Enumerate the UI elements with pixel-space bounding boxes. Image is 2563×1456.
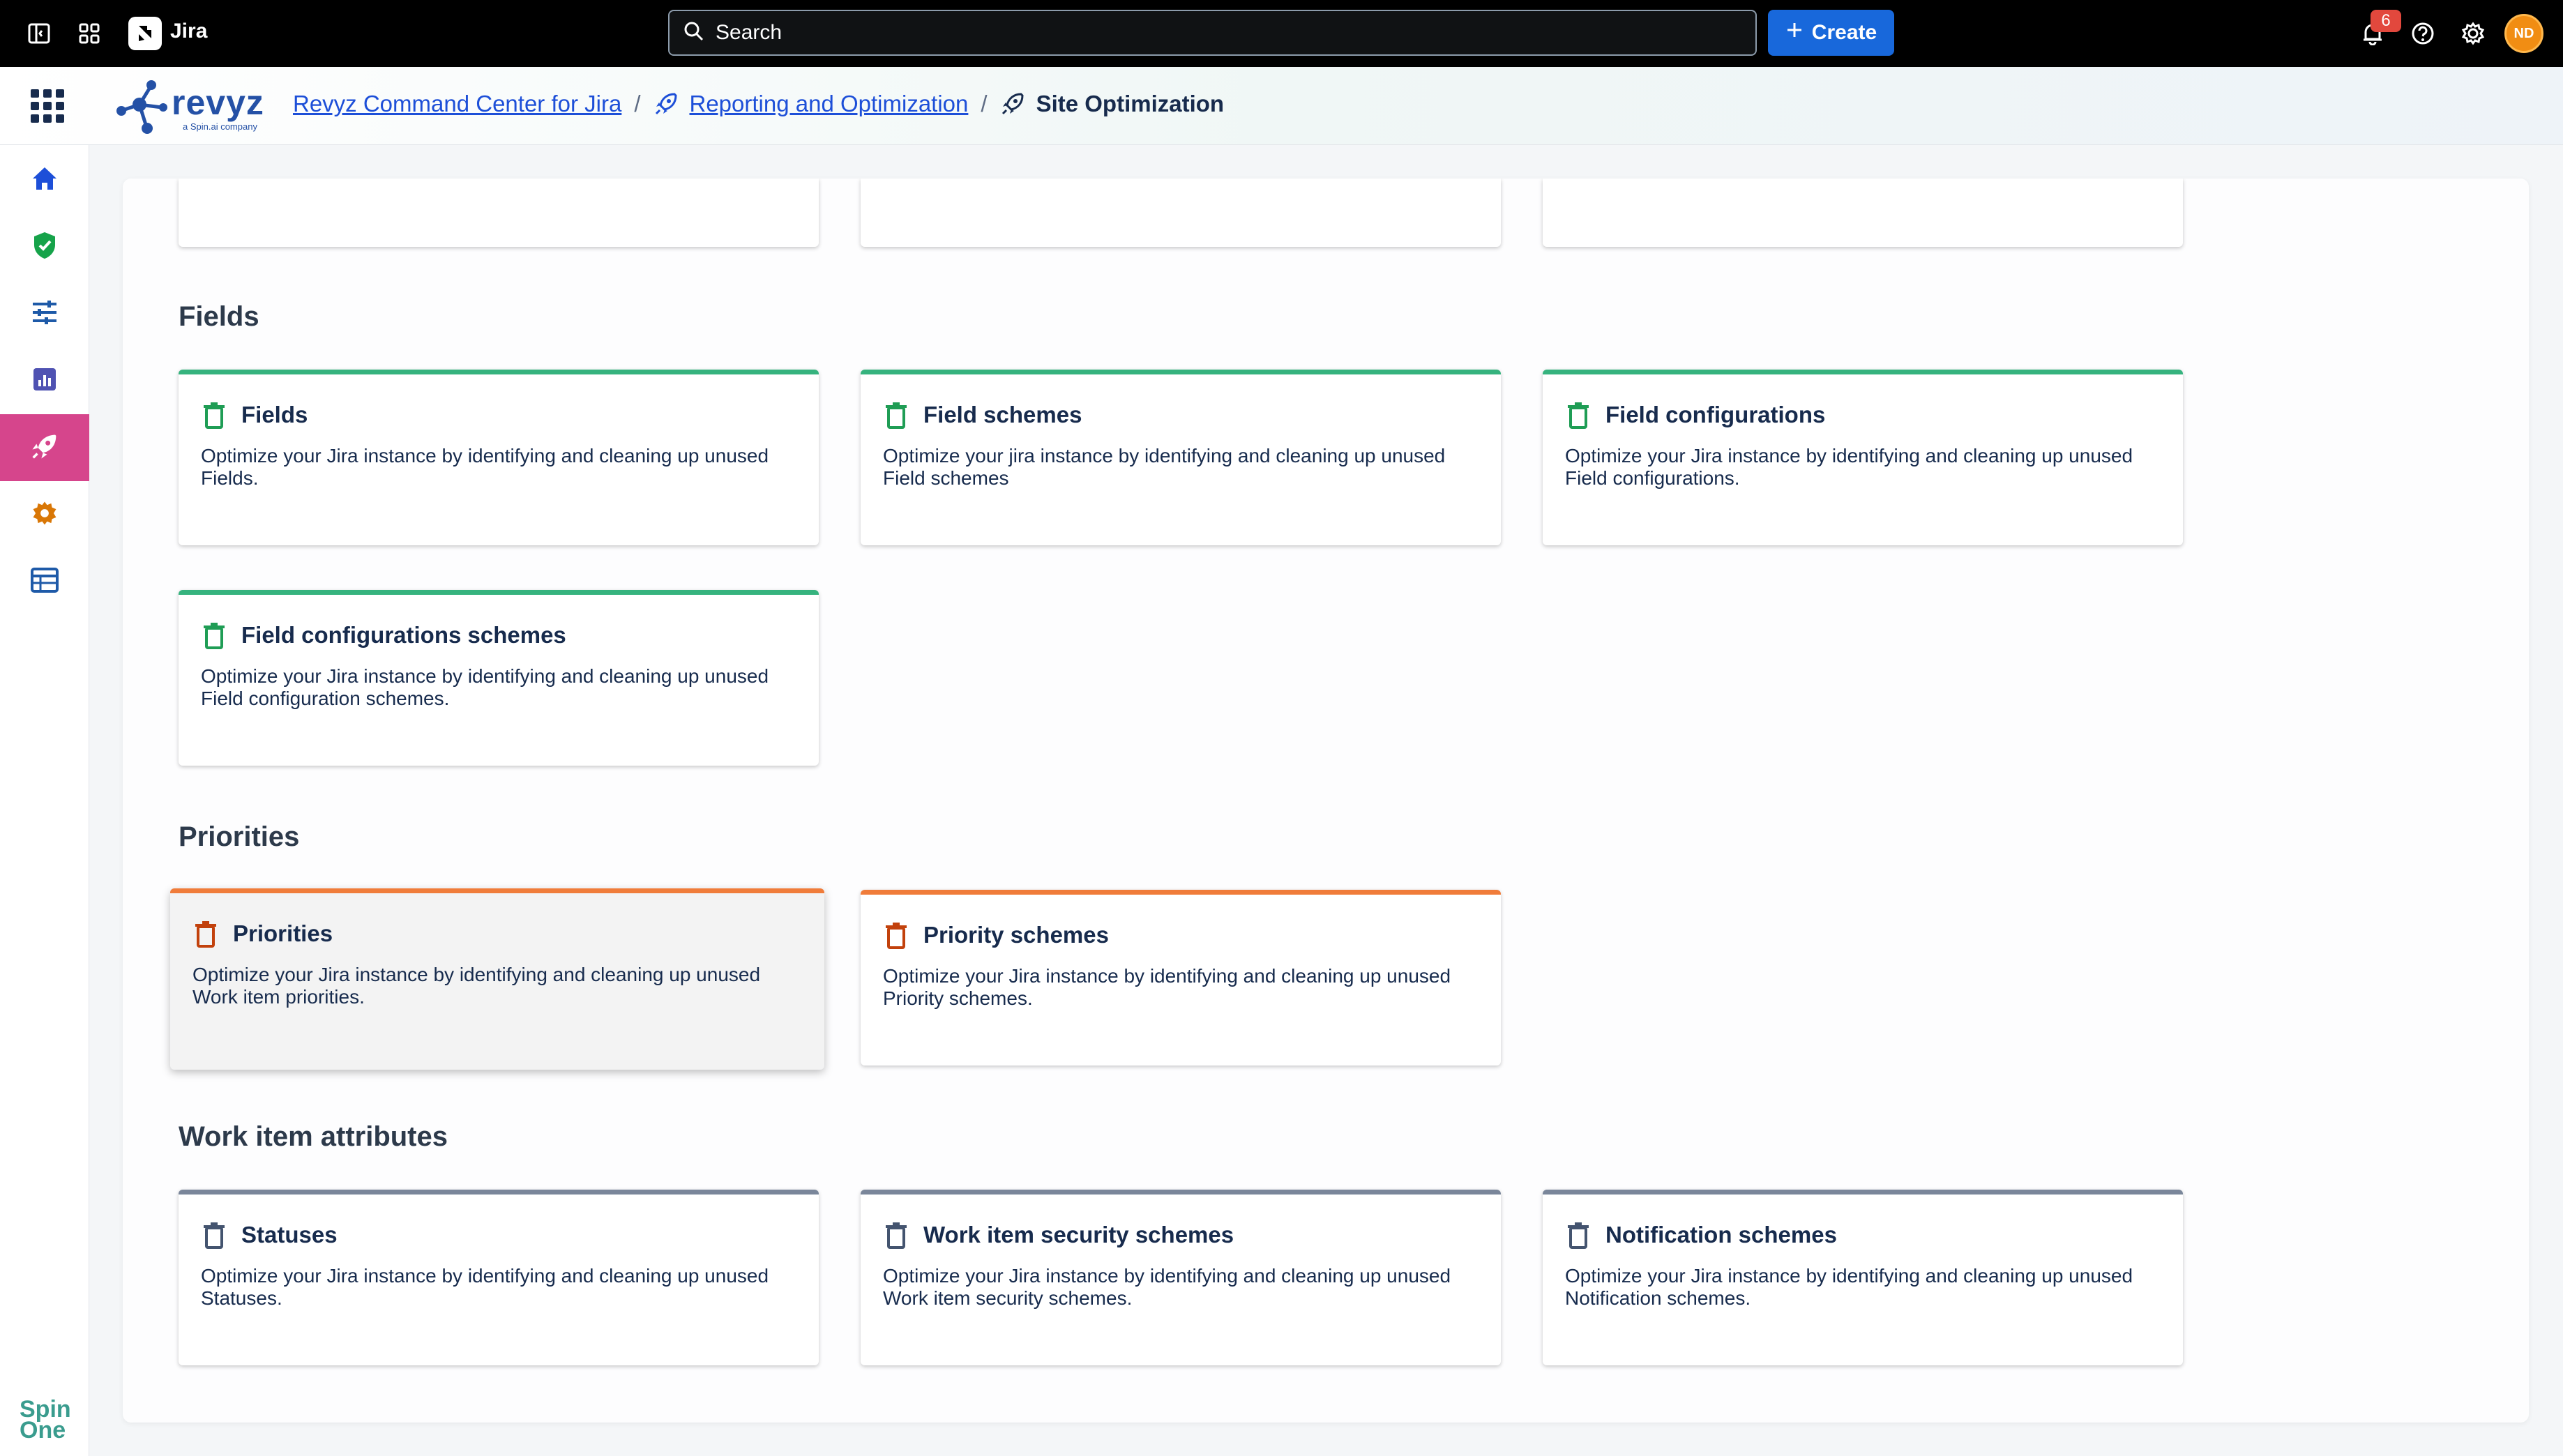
settings-icon[interactable]: [2458, 18, 2488, 49]
trash-icon: [192, 920, 219, 948]
card-description: Optimize your Jira instance by identifyi…: [201, 445, 769, 489]
card-header: Priority schemes: [883, 921, 1109, 949]
app-name[interactable]: Jira: [170, 20, 207, 43]
sidebar-item-protection[interactable]: [0, 213, 89, 280]
bar-chart-icon: [32, 367, 57, 395]
card-description: Optimize your jira instance by identifyi…: [883, 445, 1446, 489]
trash-icon: [883, 401, 909, 429]
card-title: Fields: [241, 402, 308, 427]
card-title: Work item security schemes: [923, 1222, 1234, 1248]
trash-icon: [201, 1221, 227, 1249]
card-partial[interactable]: [1543, 179, 2183, 247]
gear-icon: [31, 499, 59, 531]
card-description: Optimize your Jira instance by identifyi…: [883, 1265, 1451, 1309]
card-work-item-security-schemes[interactable]: Work item security schemes Optimize your…: [861, 1190, 1501, 1365]
card-header: Statuses: [201, 1221, 338, 1249]
card-description: Optimize your Jira instance by identifyi…: [201, 665, 769, 709]
app-header: revyz a Spin.ai company Revyz Command Ce…: [0, 67, 2563, 145]
trash-icon: [883, 1221, 909, 1249]
create-button[interactable]: Create: [1768, 10, 1894, 56]
card-description: Optimize your Jira instance by identifyi…: [1565, 1265, 2133, 1309]
card-title: Notification schemes: [1605, 1222, 1837, 1248]
trash-icon: [883, 921, 909, 949]
card-header: Notification schemes: [1565, 1221, 1837, 1249]
card-header: Field schemes: [883, 401, 1082, 429]
card-description: Optimize your Jira instance by identifyi…: [1565, 445, 2133, 489]
section-title-fields: Fields: [179, 301, 259, 332]
search-icon: [683, 21, 704, 45]
card-header: Work item security schemes: [883, 1221, 1234, 1249]
trash-icon: [1565, 1221, 1592, 1249]
app-switcher-icon[interactable]: [74, 18, 105, 49]
main-content-panel: Fields Fields Optimize your Jira instanc…: [123, 179, 2529, 1423]
card-field-configuration-schemes[interactable]: Field configurations schemes Optimize yo…: [179, 590, 819, 766]
sidebar-item-data-table[interactable]: [0, 548, 89, 615]
spinone-logo-line2: One: [20, 1417, 66, 1443]
sidebar-item-settings[interactable]: [0, 481, 89, 548]
section-title-work-item-attributes: Work item attributes: [179, 1121, 448, 1152]
card-description: Optimize your Jira instance by identifyi…: [201, 1265, 769, 1309]
sidebar-item-configuration[interactable]: [0, 280, 89, 347]
rocket-icon: [653, 91, 679, 116]
breadcrumb: Revyz Command Center for Jira / Reportin…: [293, 91, 1224, 117]
plus-icon: [1785, 21, 1804, 45]
card-header: Fields: [201, 401, 308, 429]
card-title: Statuses: [241, 1222, 338, 1248]
breadcrumb-separator: /: [981, 91, 988, 116]
card-priority-schemes[interactable]: Priority schemes Optimize your Jira inst…: [861, 890, 1501, 1066]
card-title: Priorities: [233, 920, 333, 946]
card-priorities[interactable]: Priorities Optimize your Jira instance b…: [170, 888, 824, 1070]
top-navigation-bar: Jira Search Create 6 ND: [0, 0, 2563, 67]
avatar[interactable]: ND: [2504, 14, 2543, 53]
trash-icon: [1565, 401, 1592, 429]
breadcrumb-root-link[interactable]: Revyz Command Center for Jira: [293, 91, 621, 117]
table-icon: [31, 567, 59, 596]
card-field-schemes[interactable]: Field schemes Optimize your jira instanc…: [861, 370, 1501, 545]
trash-icon: [201, 401, 227, 429]
sidebar-item-reports[interactable]: [0, 347, 89, 414]
breadcrumb-section-link[interactable]: Reporting and Optimization: [690, 91, 969, 117]
breadcrumb-current-page: Site Optimization: [1036, 91, 1225, 116]
card-notification-schemes[interactable]: Notification schemes Optimize your Jira …: [1543, 1190, 2183, 1365]
sidebar-item-home[interactable]: [0, 146, 89, 213]
card-partial[interactable]: [861, 179, 1501, 247]
card-field-configurations[interactable]: Field configurations Optimize your Jira …: [1543, 370, 2183, 545]
create-button-label: Create: [1811, 21, 1877, 44]
breadcrumb-separator: /: [634, 91, 641, 116]
card-description: Optimize your Jira instance by identifyi…: [883, 965, 1451, 1009]
card-fields[interactable]: Fields Optimize your Jira instance by id…: [179, 370, 819, 545]
card-description: Optimize your Jira instance by identifyi…: [192, 964, 761, 1008]
jira-logo-icon[interactable]: [128, 17, 162, 50]
section-title-priorities: Priorities: [179, 821, 300, 852]
rocket-icon: [30, 432, 59, 464]
spinone-logo[interactable]: Spin One: [20, 1397, 71, 1443]
trash-icon: [201, 621, 227, 649]
rocket-icon: [1000, 91, 1025, 116]
shield-check-icon: [32, 231, 57, 264]
card-title: Priority schemes: [923, 922, 1109, 948]
card-header: Field configurations: [1565, 401, 1825, 429]
card-header: Field configurations schemes: [201, 621, 566, 649]
sliders-icon: [31, 300, 59, 328]
notification-count-badge: 6: [2371, 10, 2401, 32]
home-icon: [31, 165, 59, 195]
card-partial[interactable]: [179, 179, 819, 247]
card-title: Field schemes: [923, 402, 1082, 427]
revyz-logo-subtitle: a Spin.ai company: [183, 121, 257, 132]
card-title: Field configurations schemes: [241, 622, 566, 648]
card-statuses[interactable]: Statuses Optimize your Jira instance by …: [179, 1190, 819, 1365]
sidebar: Spin One: [0, 145, 89, 1456]
help-icon[interactable]: [2407, 18, 2438, 49]
sidebar-item-site-optimization[interactable]: [0, 414, 89, 481]
card-header: Priorities: [192, 920, 333, 948]
search-placeholder: Search: [716, 21, 782, 44]
app-menu-grid-icon[interactable]: [31, 89, 64, 123]
search-input[interactable]: Search: [668, 10, 1757, 56]
card-title: Field configurations: [1605, 402, 1826, 427]
revyz-logo-word: revyz: [172, 83, 264, 122]
sidebar-toggle-icon[interactable]: [24, 18, 54, 49]
